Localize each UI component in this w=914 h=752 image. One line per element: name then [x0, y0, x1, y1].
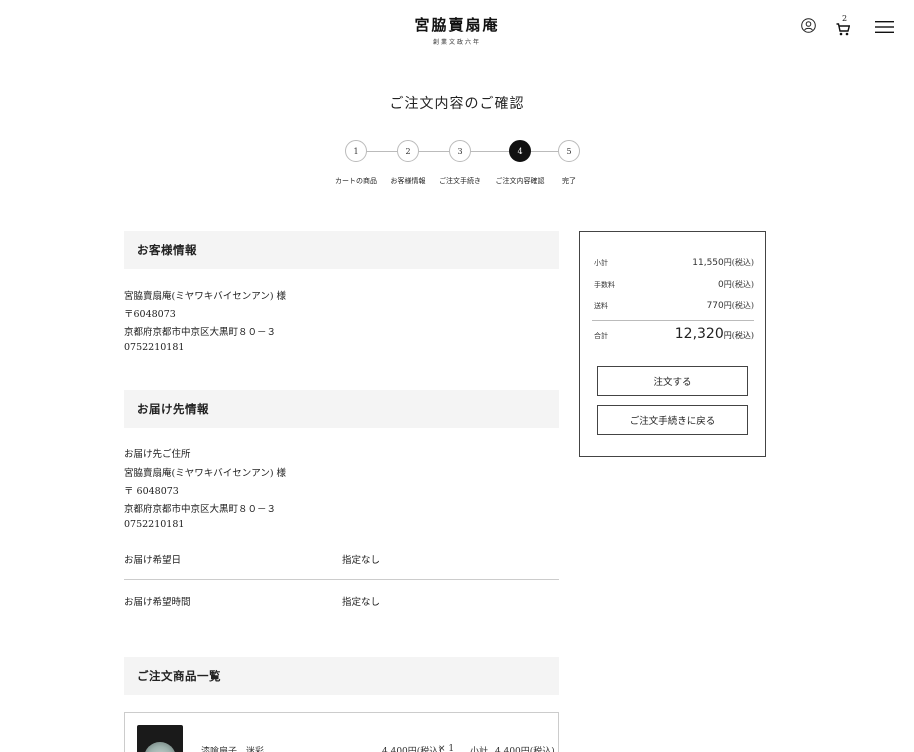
- summary-subtotal-value: 11,550円(税込): [692, 258, 754, 268]
- summary-total-value: 12,320円(税込): [674, 326, 754, 342]
- step-1-label: カートの商品: [335, 177, 377, 185]
- cart-icon: [836, 23, 850, 36]
- delivery-info-heading: お届け先情報: [124, 390, 559, 428]
- product-row: 漆喰扇子 迷彩 4,400円(税込) × 1 小計 4,400円(税込): [124, 712, 559, 752]
- product-qty: × 1: [438, 744, 455, 752]
- step-5-circle: 5: [558, 140, 580, 162]
- order-items-heading: ご注文商品一覧: [124, 657, 559, 695]
- customer-phone: 0752210181: [124, 342, 185, 353]
- delivery-time-value: 指定なし: [342, 597, 381, 608]
- step-3-circle: 3: [449, 140, 471, 162]
- step-3-label: ご注文手続き: [439, 177, 481, 185]
- cart-button[interactable]: 2: [836, 15, 854, 37]
- delivery-date-label: お届け希望日: [124, 555, 182, 566]
- order-summary-box: 小計 11,550円(税込) 手数料 0円(税込) 送料 770円(税込) 合計…: [579, 231, 766, 457]
- site-logo[interactable]: 宮脇賣扇庵 創業文政六年: [0, 14, 914, 46]
- user-account-icon[interactable]: [801, 18, 816, 33]
- cart-count-badge: 2: [842, 14, 848, 23]
- product-subtotal: 4,400円(税込): [495, 747, 555, 752]
- product-price: 4,400円(税込): [382, 747, 442, 752]
- summary-total-row: 合計 12,320円(税込): [594, 326, 754, 342]
- summary-fee-value: 0円(税込): [718, 280, 754, 290]
- delivery-name: 宮脇賣扇庵(ミヤワキバイセンアン) 様: [124, 468, 287, 479]
- customer-postal: 〒6048073: [124, 309, 176, 320]
- summary-shipping-label: 送料: [594, 302, 608, 310]
- step-2-circle: 2: [397, 140, 419, 162]
- back-to-checkout-button[interactable]: ご注文手続きに戻る: [597, 405, 748, 435]
- page-title: ご注文内容のご確認: [389, 96, 525, 112]
- summary-shipping-row: 送料 770円(税込): [594, 300, 754, 311]
- step-4-circle-active: 4: [509, 140, 531, 162]
- product-name: 漆喰扇子 迷彩: [201, 747, 265, 752]
- logo-sub-text: 創業文政六年: [432, 39, 481, 46]
- step-4-label: ご注文内容確認: [495, 177, 545, 185]
- summary-fee-label: 手数料: [594, 281, 615, 289]
- logo-main-text: 宮脇賣扇庵: [414, 16, 500, 34]
- delivery-address-label: お届け先ご住所: [124, 449, 191, 460]
- summary-fee-row: 手数料 0円(税込): [594, 279, 754, 290]
- summary-divider: [592, 320, 754, 321]
- delivery-time-label: お届け希望時間: [124, 597, 191, 608]
- delivery-date-value: 指定なし: [342, 555, 381, 566]
- summary-subtotal-label: 小計: [594, 259, 608, 267]
- step-1-circle: 1: [345, 140, 367, 162]
- summary-shipping-value: 770円(税込): [706, 301, 754, 311]
- delivery-address: 京都府京都市中京区大黒町８０－３: [124, 504, 277, 515]
- product-thumbnail: [137, 725, 183, 752]
- hamburger-menu-icon[interactable]: [875, 20, 894, 34]
- customer-address: 京都府京都市中京区大黒町８０－３: [124, 327, 277, 338]
- summary-total-label: 合計: [594, 332, 608, 340]
- summary-subtotal-row: 小計 11,550円(税込): [594, 257, 754, 268]
- customer-info-heading: お客様情報: [124, 231, 559, 269]
- step-5-label: 完了: [562, 177, 576, 185]
- delivery-phone: 0752210181: [124, 519, 185, 530]
- step-2-label: お客様情報: [390, 177, 426, 185]
- delivery-postal: 〒 6048073: [124, 486, 179, 497]
- product-subtotal-label: 小計: [470, 747, 489, 752]
- delivery-divider: [124, 579, 559, 580]
- customer-name: 宮脇賣扇庵(ミヤワキバイセンアン) 様: [124, 291, 287, 302]
- place-order-button[interactable]: 注文する: [597, 366, 748, 396]
